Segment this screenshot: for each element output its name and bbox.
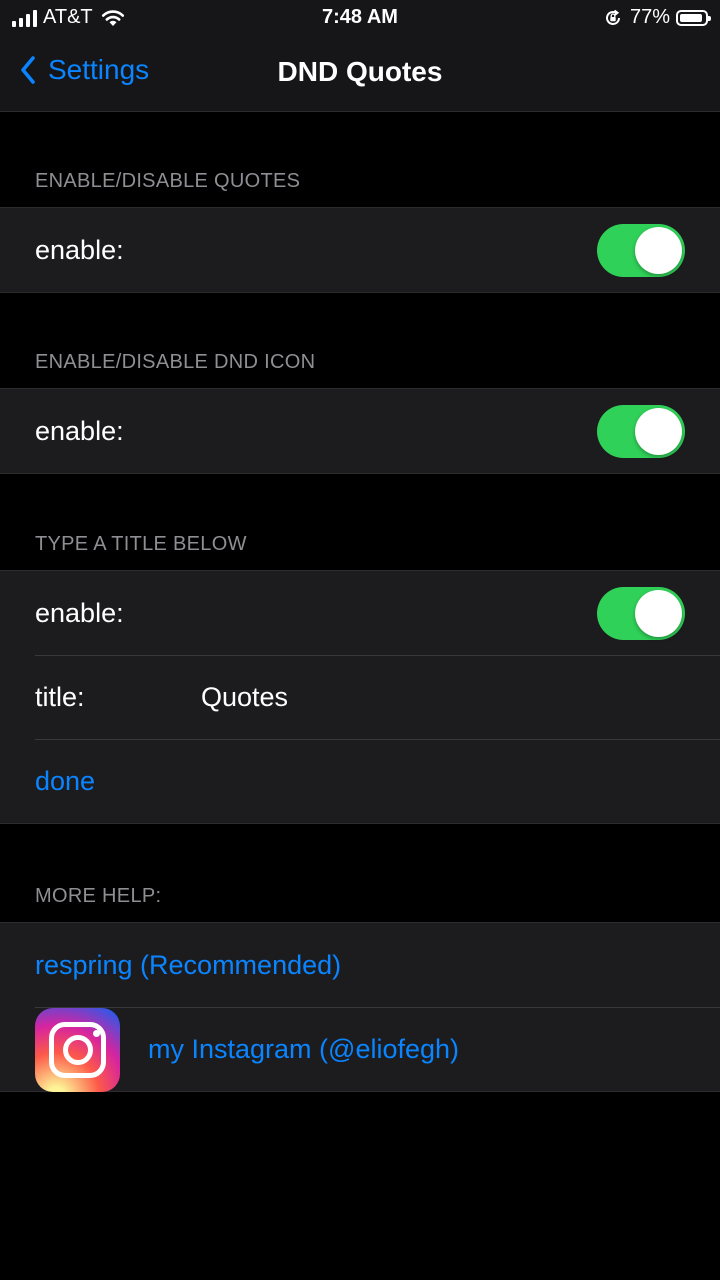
top-bar: AT&T 7:48 AM 77% Settings DND Quotes bbox=[0, 0, 720, 112]
orientation-lock-icon bbox=[606, 9, 620, 25]
title-field-label: title: bbox=[35, 681, 85, 712]
enable-quotes-label: enable: bbox=[35, 234, 124, 265]
toggle-knob bbox=[635, 226, 682, 274]
section-header-help: MORE HELP: bbox=[35, 885, 162, 907]
row-instagram[interactable]: my Instagram (@eliofegh) bbox=[0, 1007, 720, 1092]
toggle-knob bbox=[635, 407, 682, 455]
enable-quotes-toggle[interactable] bbox=[597, 223, 685, 277]
enable-title-label: enable: bbox=[35, 597, 124, 628]
enable-dnd-icon-label: enable: bbox=[35, 415, 124, 446]
page-title: DND Quotes bbox=[277, 56, 443, 87]
row-enable-quotes: enable: bbox=[0, 208, 720, 292]
enable-dnd-icon-toggle[interactable] bbox=[597, 404, 685, 458]
done-button[interactable]: done bbox=[35, 766, 95, 797]
instagram-link[interactable]: my Instagram (@eliofegh) bbox=[148, 1034, 459, 1065]
row-done[interactable]: done bbox=[0, 739, 720, 823]
row-respring[interactable]: respring (Recommended) bbox=[0, 923, 720, 1007]
screen: AT&T 7:48 AM 77% Settings DND Quotes ENA… bbox=[0, 0, 720, 1280]
battery-percent: 77% bbox=[629, 6, 670, 28]
status-right: 77% bbox=[604, 6, 711, 29]
row-enable-dnd-icon: enable: bbox=[0, 389, 720, 473]
status-bar: AT&T 7:48 AM 77% bbox=[0, 0, 720, 36]
group-help: respring (Recommended) my Instagram (@el… bbox=[0, 922, 720, 1092]
enable-title-toggle[interactable] bbox=[597, 586, 685, 640]
section-header-dnd-icon: ENABLE/DISABLE DND ICON bbox=[35, 351, 316, 373]
group-title: enable: title: Quotes done bbox=[0, 570, 720, 824]
title-input[interactable]: Quotes bbox=[201, 682, 288, 713]
row-enable-title: enable: bbox=[0, 571, 720, 655]
toggle-knob bbox=[635, 589, 682, 637]
row-title-field[interactable]: title: Quotes bbox=[0, 655, 720, 739]
group-quotes: enable: bbox=[0, 207, 720, 293]
section-header-quotes: ENABLE/DISABLE QUOTES bbox=[35, 170, 301, 192]
group-dnd-icon: enable: bbox=[0, 388, 720, 474]
instagram-icon bbox=[35, 1008, 120, 1092]
navigation-bar: Settings DND Quotes bbox=[0, 36, 720, 110]
respring-button[interactable]: respring (Recommended) bbox=[35, 950, 341, 981]
section-header-title: TYPE A TITLE BELOW bbox=[35, 533, 247, 555]
battery-icon bbox=[676, 9, 711, 26]
